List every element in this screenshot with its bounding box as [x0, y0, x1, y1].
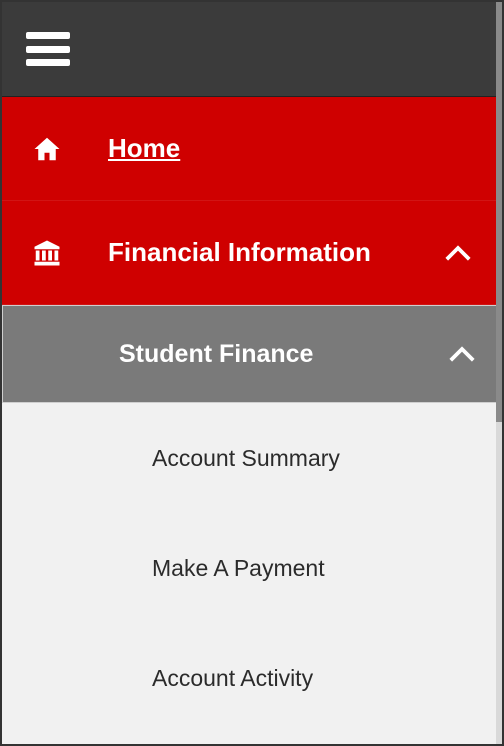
submenu-student-finance[interactable]: Student Finance [2, 305, 502, 403]
submenu-item-account-activity[interactable]: Account Activity [2, 623, 502, 733]
nav-home-label: Home [68, 133, 478, 164]
submenu-item-account-summary[interactable]: Account Summary [2, 403, 502, 513]
home-icon [26, 134, 68, 164]
bank-icon [26, 238, 68, 268]
nav-home[interactable]: Home [2, 97, 502, 201]
chevron-up-icon [447, 344, 477, 364]
top-bar [2, 2, 502, 97]
scrollbar-thumb[interactable] [496, 2, 502, 422]
nav-financial-information[interactable]: Financial Information [2, 201, 502, 305]
main-nav: Home Financial Information [2, 97, 502, 305]
submenu-item-make-a-payment[interactable]: Make A Payment [2, 513, 502, 623]
hamburger-menu-icon[interactable] [26, 32, 70, 66]
submenu-header-label: Student Finance [27, 340, 447, 369]
submenu-list: Account Summary Make A Payment Account A… [2, 403, 502, 733]
chevron-up-icon [438, 243, 478, 263]
nav-financial-label: Financial Information [68, 237, 438, 268]
